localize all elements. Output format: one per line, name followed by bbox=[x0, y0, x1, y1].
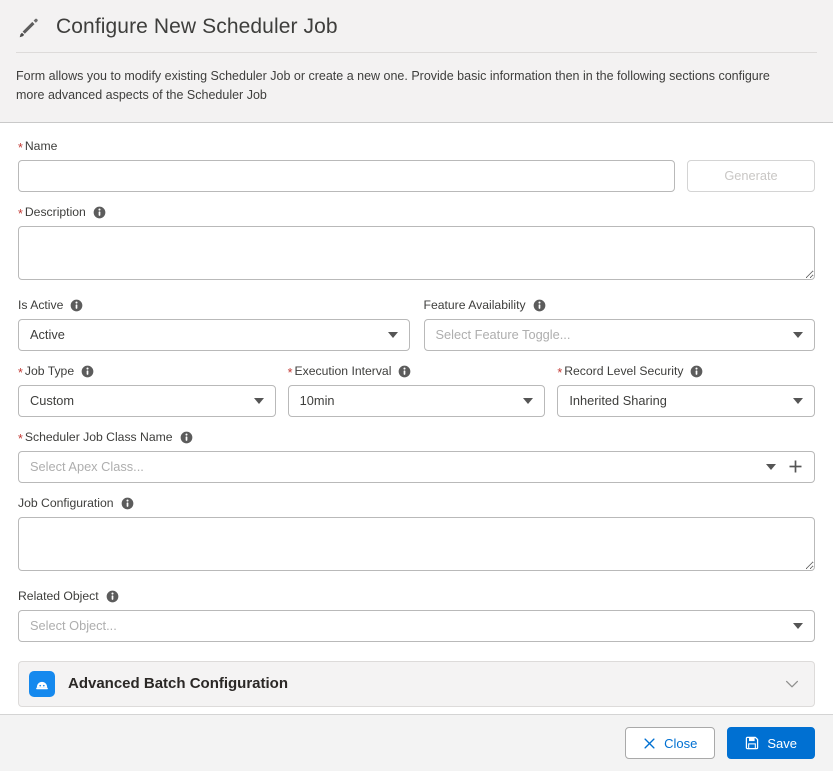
info-icon[interactable] bbox=[180, 431, 193, 444]
field-feature-availability: Feature Availability Select Feature Togg… bbox=[424, 298, 816, 351]
chevron-down-icon bbox=[793, 332, 803, 338]
info-icon[interactable] bbox=[70, 299, 83, 312]
is-active-select[interactable]: Active bbox=[18, 319, 410, 351]
info-icon[interactable] bbox=[106, 590, 119, 603]
close-x-icon bbox=[643, 737, 656, 750]
field-label-text: Execution Interval bbox=[295, 364, 392, 379]
required-indicator: * bbox=[18, 142, 23, 155]
field-scheduler-job-class-name: * Scheduler Job Class Name Select Apex C… bbox=[18, 430, 815, 483]
scheduler-job-class-name-select[interactable]: Select Apex Class... bbox=[18, 451, 815, 483]
info-icon[interactable] bbox=[690, 365, 703, 378]
job-type-value: Custom bbox=[30, 393, 246, 408]
info-icon[interactable] bbox=[81, 365, 94, 378]
info-icon[interactable] bbox=[93, 206, 106, 219]
close-button[interactable]: Close bbox=[625, 727, 715, 759]
plus-icon[interactable] bbox=[788, 459, 803, 474]
header-description: Form allows you to modify existing Sched… bbox=[0, 53, 790, 122]
row-jobtype-interval-security: * Job Type Custom bbox=[18, 364, 815, 417]
generate-button[interactable]: Generate bbox=[687, 160, 815, 192]
accordion-advanced-batch-configuration[interactable]: Advanced Batch Configuration bbox=[18, 661, 815, 707]
record-level-security-value: Inherited Sharing bbox=[569, 393, 785, 408]
accordion-title: Advanced Batch Configuration bbox=[68, 675, 784, 692]
field-label-text: Job Configuration bbox=[18, 496, 114, 511]
pencil-icon bbox=[16, 14, 42, 40]
field-scheduler-job-class-name-label: * Scheduler Job Class Name bbox=[18, 430, 815, 446]
info-icon[interactable] bbox=[398, 365, 411, 378]
required-indicator: * bbox=[18, 208, 23, 221]
field-related-object: Related Object Select Object... bbox=[18, 589, 815, 642]
field-label-text: Description bbox=[25, 205, 86, 220]
name-input[interactable] bbox=[18, 160, 675, 192]
chevron-down-icon bbox=[766, 464, 776, 470]
scheduler-job-class-name-value: Select Apex Class... bbox=[30, 459, 758, 474]
field-job-type: * Job Type Custom bbox=[18, 364, 276, 417]
field-label-text: Job Type bbox=[25, 364, 74, 379]
required-indicator: * bbox=[18, 367, 23, 380]
field-job-configuration: Job Configuration bbox=[18, 496, 815, 576]
save-disk-icon bbox=[745, 736, 759, 750]
save-button-label: Save bbox=[767, 736, 797, 751]
close-button-label: Close bbox=[664, 736, 697, 751]
footer-action-bar: Close Save bbox=[0, 714, 833, 771]
field-related-object-label: Related Object bbox=[18, 589, 815, 605]
name-input-wrap bbox=[18, 160, 675, 192]
form-body: * Name Generate * Description bbox=[0, 123, 833, 714]
scheduler-job-form-page: Configure New Scheduler Job Form allows … bbox=[0, 0, 833, 771]
chevron-down-icon bbox=[388, 332, 398, 338]
feature-availability-select[interactable]: Select Feature Toggle... bbox=[424, 319, 816, 351]
save-button[interactable]: Save bbox=[727, 727, 815, 759]
header-title-row: Configure New Scheduler Job bbox=[0, 0, 833, 52]
related-object-select[interactable]: Select Object... bbox=[18, 610, 815, 642]
field-job-type-label: * Job Type bbox=[18, 364, 276, 380]
job-configuration-textarea[interactable] bbox=[18, 517, 815, 571]
field-is-active: Is Active Active bbox=[18, 298, 410, 351]
field-label-text: Record Level Security bbox=[564, 364, 683, 379]
chevron-down-icon bbox=[254, 398, 264, 404]
field-label-text: Feature Availability bbox=[424, 298, 526, 313]
job-type-select[interactable]: Custom bbox=[18, 385, 276, 417]
field-job-configuration-label: Job Configuration bbox=[18, 496, 815, 512]
required-indicator: * bbox=[288, 367, 293, 380]
field-record-level-security: * Record Level Security Inherited Sharin… bbox=[557, 364, 815, 417]
feature-availability-value: Select Feature Toggle... bbox=[436, 327, 786, 342]
field-execution-interval: * Execution Interval 10min bbox=[288, 364, 546, 417]
field-name: * Name Generate bbox=[18, 139, 815, 192]
required-indicator: * bbox=[18, 433, 23, 446]
field-label-text: Related Object bbox=[18, 589, 99, 604]
chevron-down-icon bbox=[793, 398, 803, 404]
required-indicator: * bbox=[557, 367, 562, 380]
description-textarea[interactable] bbox=[18, 226, 815, 280]
execution-interval-value: 10min bbox=[300, 393, 516, 408]
row-active-feature: Is Active Active Feature A bbox=[18, 298, 815, 351]
field-label-text: Scheduler Job Class Name bbox=[25, 430, 173, 445]
field-label-text: Name bbox=[25, 139, 58, 154]
chevron-down-icon bbox=[523, 398, 533, 404]
info-icon[interactable] bbox=[121, 497, 134, 510]
cloud-batch-icon bbox=[29, 671, 55, 697]
field-description-label: * Description bbox=[18, 205, 815, 221]
chevron-down-icon[interactable] bbox=[784, 676, 800, 692]
field-execution-interval-label: * Execution Interval bbox=[288, 364, 546, 380]
related-object-value: Select Object... bbox=[30, 618, 785, 633]
execution-interval-select[interactable]: 10min bbox=[288, 385, 546, 417]
is-active-value: Active bbox=[30, 327, 380, 342]
chevron-down-icon bbox=[793, 623, 803, 629]
info-icon[interactable] bbox=[533, 299, 546, 312]
record-level-security-select[interactable]: Inherited Sharing bbox=[557, 385, 815, 417]
field-label-text: Is Active bbox=[18, 298, 63, 313]
field-is-active-label: Is Active bbox=[18, 298, 410, 314]
field-name-label: * Name bbox=[18, 139, 815, 155]
field-description: * Description bbox=[18, 205, 815, 285]
page-header: Configure New Scheduler Job Form allows … bbox=[0, 0, 833, 123]
field-record-level-security-label: * Record Level Security bbox=[557, 364, 815, 380]
page-title: Configure New Scheduler Job bbox=[56, 15, 338, 39]
name-input-row: Generate bbox=[18, 160, 815, 192]
field-feature-availability-label: Feature Availability bbox=[424, 298, 816, 314]
